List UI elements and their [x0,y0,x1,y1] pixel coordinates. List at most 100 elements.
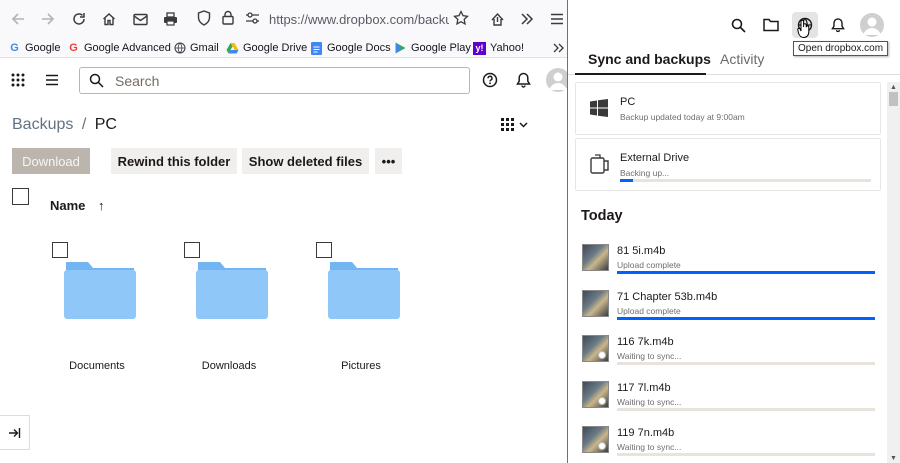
file-name: 117 7l.m4b [617,382,671,394]
active-tab-indicator [575,73,706,75]
overflow-chevrons-icon[interactable] [516,8,538,30]
help-icon[interactable] [482,72,498,88]
device-card-external-drive[interactable]: External Drive Backing up... [575,138,881,191]
view-grid-icon[interactable] [501,118,531,132]
search-icon[interactable] [727,14,749,36]
folder-icon [196,262,268,319]
forward-arrow-icon[interactable] [37,8,59,30]
yahoo-icon: y! [473,41,486,55]
show-deleted-files-button[interactable]: Show deleted files [242,148,369,174]
back-arrow-icon[interactable] [7,8,29,30]
name-column-label: Name [50,198,86,213]
scroll-up-arrow-icon[interactable]: ▲ [887,82,900,92]
hamburger-menu-icon[interactable] [546,8,567,30]
reload-icon[interactable] [68,8,90,30]
folder-name-pictures[interactable]: Pictures [311,360,411,372]
folder-checkbox[interactable] [52,242,68,258]
folder-icon[interactable] [760,14,782,36]
avatar[interactable] [546,68,567,92]
more-options-button[interactable]: ••• [375,148,402,174]
search-input[interactable]: Search [79,67,470,94]
notifications-bell-icon[interactable] [516,72,531,88]
browser-window: https://www.dropbox.com/backups/ G Googl… [0,0,567,463]
device-name: PC [620,96,636,108]
notifications-bell-icon[interactable] [827,14,849,36]
file-row[interactable]: 117 7l.m4b Waiting to sync... [582,381,877,421]
globe-icon [173,42,186,55]
bookmark-star-icon[interactable] [453,10,469,26]
tooltip: Open dropbox.com [793,41,889,56]
folder-name-documents[interactable]: Documents [47,360,147,372]
folder-name-downloads[interactable]: Downloads [179,360,279,372]
device-progress-bar [620,179,871,182]
google-icon: G [10,42,19,54]
print-icon[interactable] [159,8,181,30]
folder-checkbox[interactable] [184,242,200,258]
dropbox-app-header: Search [0,58,567,104]
lock-icon[interactable] [222,10,234,25]
bookmark-google-advanced[interactable]: G Google Advanced [67,40,171,56]
bookmark-label: Gmail [190,42,219,54]
address-bar[interactable]: https://www.dropbox.com/backups/ [191,6,481,32]
rewind-folder-button[interactable]: Rewind this folder [111,148,237,174]
bookmark-google-docs[interactable]: Google Docs [310,40,391,56]
file-row[interactable]: 71 Chapter 53b.m4b Upload complete [582,290,877,330]
bookmark-label: Google [25,42,61,54]
app-grid-icon[interactable] [11,73,25,87]
bookmark-yahoo[interactable]: y! Yahoo! [473,40,524,56]
breadcrumb-current: PC [94,116,117,133]
bookmark-google-drive[interactable]: Google Drive [226,40,307,56]
select-all-checkbox[interactable] [12,188,29,205]
progress-fill [617,317,875,320]
breadcrumb-separator: / [81,116,87,133]
expand-sidebar-button[interactable] [0,415,30,450]
file-row[interactable]: 116 7k.m4b Waiting to sync... [582,335,877,375]
mail-icon[interactable] [129,8,151,30]
progress-fill [620,179,633,182]
file-status: Waiting to sync... [617,351,682,361]
folder-checkbox[interactable] [316,242,332,258]
file-row[interactable]: 81 5i.m4b Upload complete [582,244,877,284]
scroll-thumb[interactable] [889,92,898,106]
search-placeholder: Search [115,73,160,89]
file-row[interactable]: 119 7n.m4b Waiting to sync... [582,426,877,463]
external-drive-icon [590,154,610,174]
shield-icon[interactable] [197,10,211,26]
folder-tile-documents[interactable] [52,242,142,332]
file-status: Waiting to sync... [617,397,682,407]
tab-sync-and-backups[interactable]: Sync and backups [588,51,711,67]
permissions-icon[interactable] [245,11,260,25]
search-icon [89,73,104,88]
bookmark-google[interactable]: G Google [8,40,60,56]
tab-activity[interactable]: Activity [720,51,764,67]
audiobook-thumbnail [582,381,609,408]
menu-icon[interactable] [45,74,59,86]
account-avatar[interactable] [860,13,884,37]
sync-pending-icon [598,397,606,405]
audiobook-thumbnail [582,290,609,317]
home-icon[interactable] [98,8,120,30]
url-text[interactable]: https://www.dropbox.com/backups/ [269,12,449,27]
folder-tile-downloads[interactable] [184,242,274,332]
extensions-icon[interactable] [486,8,508,30]
section-title-today: Today [581,208,623,224]
file-name: 81 5i.m4b [617,245,666,257]
breadcrumb-backups[interactable]: Backups [12,116,73,133]
panel-scrollbar[interactable]: ▲ ▼ [887,82,900,463]
device-status: Backup updated today at 9:00am [620,112,745,122]
file-status: Waiting to sync... [617,442,682,452]
folder-icon [64,262,136,319]
sync-pending-icon [598,351,606,359]
file-progress-bar [617,362,875,365]
scroll-down-arrow-icon[interactable]: ▼ [887,453,900,463]
bookmark-google-play[interactable]: Google Play [394,40,471,56]
download-button[interactable]: Download [12,148,90,174]
name-column-header[interactable]: Name ↑ [50,198,105,213]
device-card-pc[interactable]: PC Backup updated today at 9:00am [575,82,881,135]
bookmark-label: Google Docs [327,42,391,54]
device-status: Backing up... [620,168,670,178]
bookmarks-overflow-icon[interactable] [553,40,565,56]
audiobook-thumbnail [582,335,609,362]
bookmark-gmail[interactable]: Gmail [173,40,219,56]
folder-tile-pictures[interactable] [316,242,406,332]
